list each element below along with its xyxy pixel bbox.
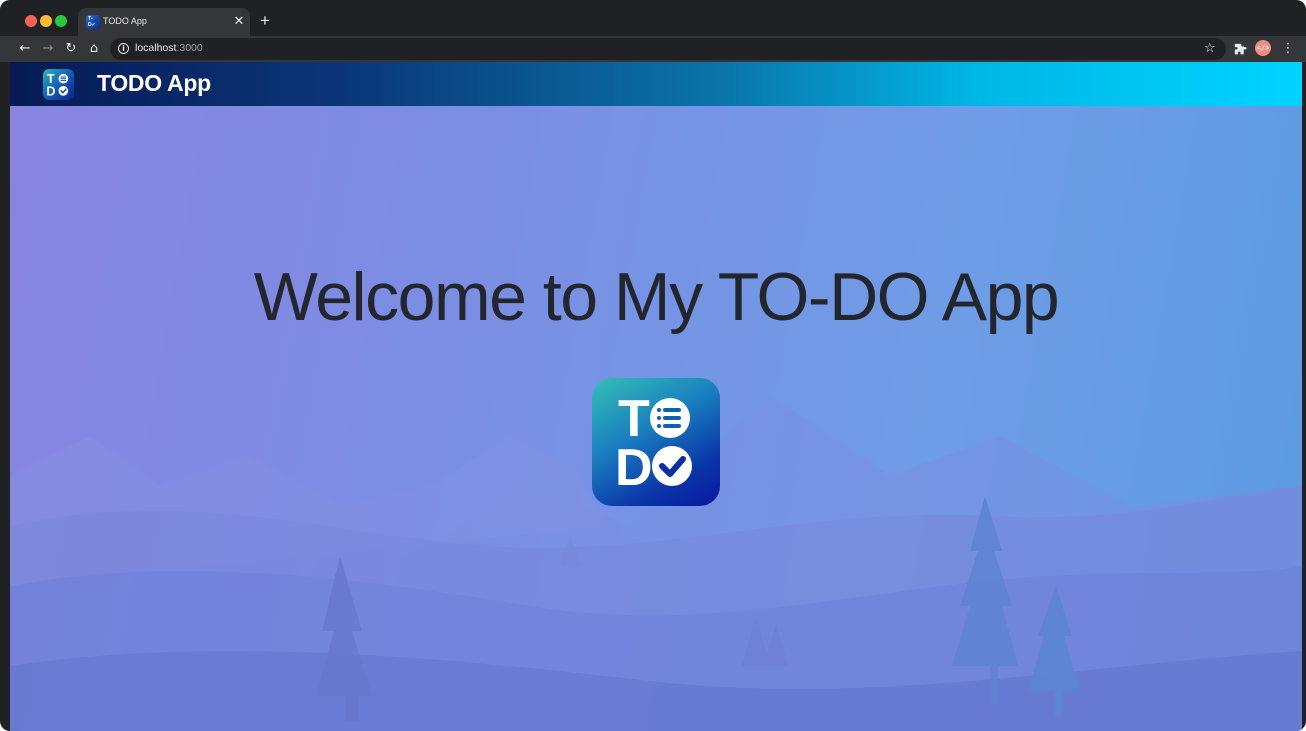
bookmark-star-icon[interactable]: ☆ <box>1204 40 1216 58</box>
tab-strip: T▪ D✓ TODO App ✕ + <box>0 0 1306 36</box>
svg-text:D: D <box>46 85 55 99</box>
back-icon[interactable]: ← <box>17 40 33 58</box>
url-host: localhost <box>135 42 177 54</box>
app-title[interactable]: TODO App <box>97 70 211 97</box>
page-viewport: T D TODO App Welcome to My TO-DO App T D <box>10 62 1302 731</box>
todo-favicon-icon: T▪ D✓ <box>86 15 100 29</box>
welcome-heading: Welcome to My TO-DO App <box>253 259 1060 335</box>
maximize-window-button[interactable] <box>55 15 67 27</box>
minimize-window-button[interactable] <box>40 15 52 27</box>
extensions-puzzle-icon[interactable] <box>1232 40 1248 58</box>
todo-logo-icon[interactable]: T D <box>43 69 74 100</box>
reload-icon[interactable]: ↻ <box>63 40 79 58</box>
home-icon[interactable]: ⌂ <box>86 40 102 58</box>
browser-toolbar: ← → ↻ ⌂ i localhost:3000 ☆ ⋮ <box>0 36 1306 62</box>
address-bar[interactable]: i localhost:3000 ☆ <box>110 38 1226 60</box>
close-window-button[interactable] <box>25 15 37 27</box>
url-port: :3000 <box>176 42 203 54</box>
logo-letter-d: D <box>615 439 653 497</box>
url-text[interactable]: localhost:3000 <box>135 42 203 54</box>
close-tab-icon[interactable]: ✕ <box>232 13 246 29</box>
browser-menu-icon[interactable]: ⋮ <box>1280 40 1296 58</box>
forward-icon[interactable]: → <box>40 40 56 58</box>
todo-app-logo-icon: T D <box>592 378 720 506</box>
new-tab-icon[interactable]: + <box>257 12 273 30</box>
svg-text:T: T <box>47 72 55 86</box>
site-info-icon[interactable]: i <box>118 43 129 54</box>
devtools-extension-icon[interactable]: </> <box>1255 40 1271 56</box>
tab-title: TODO App <box>103 16 147 26</box>
app-header: T D TODO App <box>10 62 1302 106</box>
browser-window: T▪ D✓ TODO App ✕ + ← → ↻ ⌂ i localhost:30… <box>0 0 1306 731</box>
tab-todo-app[interactable]: T▪ D✓ TODO App ✕ <box>78 8 250 36</box>
